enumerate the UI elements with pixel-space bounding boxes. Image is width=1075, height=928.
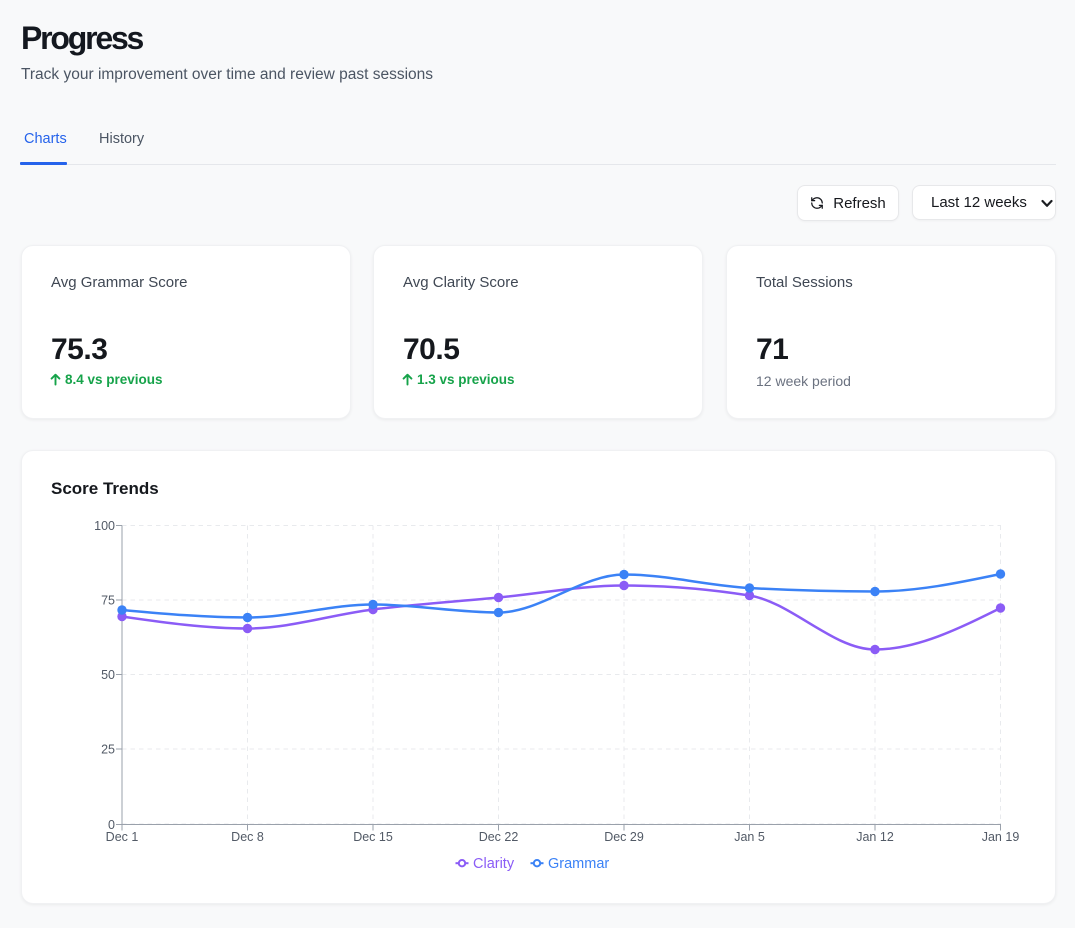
svg-text:100: 100 [94,519,115,533]
svg-text:Dec 22: Dec 22 [479,830,519,844]
svg-text:50: 50 [101,668,115,682]
svg-text:Dec 29: Dec 29 [604,830,644,844]
svg-text:Grammar: Grammar [548,856,609,872]
svg-text:Dec 15: Dec 15 [353,830,393,844]
svg-text:25: 25 [101,743,115,757]
svg-text:Jan 5: Jan 5 [734,830,765,844]
svg-text:Dec 8: Dec 8 [231,830,264,844]
svg-text:Dec 1: Dec 1 [106,830,139,844]
svg-text:75: 75 [101,594,115,608]
svg-text:Jan 12: Jan 12 [856,830,894,844]
svg-text:Clarity: Clarity [473,856,515,872]
svg-text:Jan 19: Jan 19 [982,830,1020,844]
